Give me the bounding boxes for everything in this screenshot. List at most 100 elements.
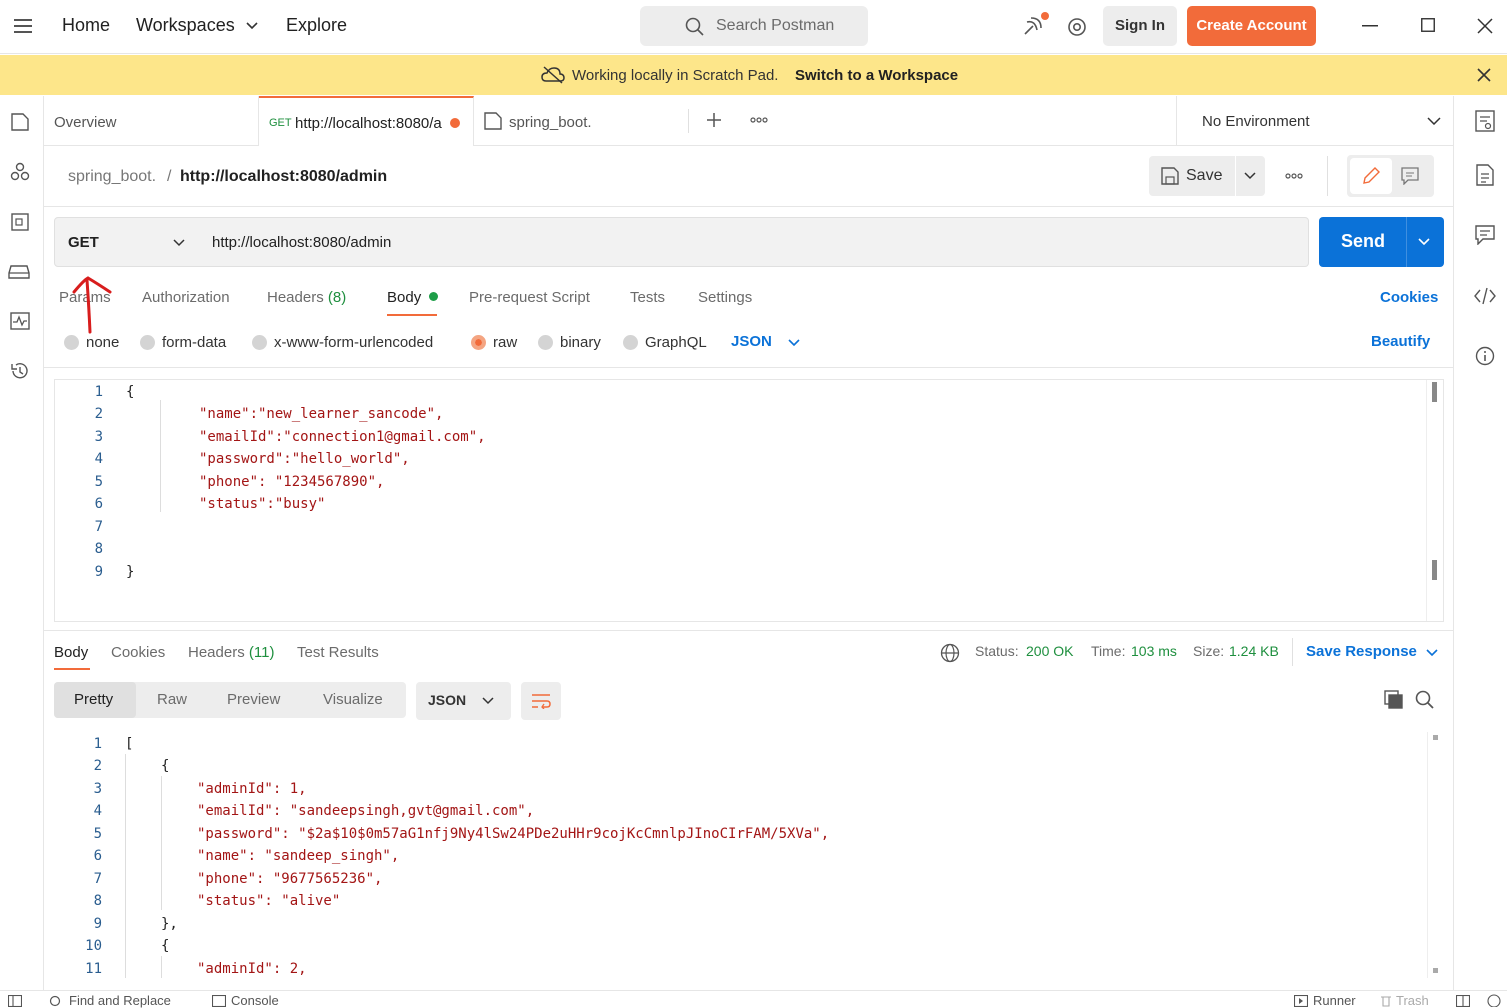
mock-servers-icon[interactable]	[8, 264, 30, 280]
chevron-down-icon	[1427, 117, 1441, 125]
history-icon[interactable]	[9, 361, 31, 381]
code-line: [	[125, 736, 134, 752]
tab-pre-request-script[interactable]: Pre-request Script	[469, 289, 590, 306]
gear-icon[interactable]	[1066, 16, 1088, 38]
breadcrumb-collection[interactable]: spring_boot.	[68, 168, 156, 186]
scrollbar-up[interactable]	[1433, 735, 1438, 740]
nav-explore[interactable]: Explore	[286, 15, 347, 36]
save-response-button[interactable]: Save Response	[1306, 643, 1417, 660]
sign-in-button[interactable]: Sign In	[1103, 6, 1177, 46]
cookies-link[interactable]: Cookies	[1380, 289, 1438, 306]
more-options-icon[interactable]	[1285, 173, 1303, 179]
add-tab-icon[interactable]	[706, 112, 722, 128]
size-value[interactable]: 1.24 KB	[1229, 643, 1279, 659]
response-tab-test-results[interactable]: Test Results	[297, 644, 379, 661]
response-tab-headers[interactable]: Headers (11)	[188, 644, 274, 661]
find-icon	[49, 995, 63, 1007]
response-tab-cookies[interactable]: Cookies	[111, 644, 165, 661]
response-tab-headers-label: Headers	[188, 644, 245, 661]
send-options-icon[interactable]	[1418, 238, 1430, 246]
edit-mode-button[interactable]	[1350, 158, 1392, 194]
two-pane-icon[interactable]	[1456, 995, 1470, 1007]
minimize-icon[interactable]	[1362, 25, 1378, 27]
beautify-button[interactable]: Beautify	[1371, 333, 1430, 350]
close-icon[interactable]	[1477, 18, 1493, 34]
create-account-button[interactable]: Create Account	[1187, 6, 1316, 46]
collections-icon[interactable]	[10, 112, 30, 132]
nav-workspaces[interactable]: Workspaces	[136, 15, 235, 36]
view-mode-pretty-label: Pretty	[74, 691, 114, 708]
more-tabs-icon[interactable]	[750, 117, 768, 123]
environments-icon[interactable]	[10, 212, 30, 232]
body-format-select[interactable]: JSON	[731, 333, 772, 350]
line-number: 6	[94, 496, 103, 512]
documentation-icon[interactable]	[1476, 164, 1494, 186]
url-input[interactable]: http://localhost:8080/admin	[198, 217, 1309, 267]
scrollbar-thumb[interactable]	[1432, 382, 1437, 402]
send-label: Send	[1341, 231, 1386, 251]
line-number: 11	[85, 961, 102, 977]
response-format-select[interactable]: JSON	[416, 682, 511, 720]
tab-headers[interactable]: Headers (8)	[267, 289, 346, 306]
tab-body[interactable]: Body	[387, 289, 421, 306]
view-mode-raw[interactable]: Raw	[157, 691, 187, 708]
scrollbar-track	[1427, 732, 1428, 978]
tab-tests[interactable]: Tests	[630, 289, 665, 306]
maximize-icon[interactable]	[1421, 18, 1435, 32]
environment-label: No Environment	[1202, 113, 1310, 130]
line-number: 4	[93, 803, 102, 819]
line-number: 8	[93, 893, 102, 909]
status-bar: Find and Replace Console Runner Trash	[0, 990, 1507, 1008]
save-button[interactable]: Save	[1149, 156, 1235, 196]
apis-icon[interactable]	[10, 162, 30, 182]
save-options-button[interactable]	[1236, 156, 1265, 196]
code-line: "password":"hello_world",	[199, 451, 410, 467]
chevron-down-icon	[482, 697, 494, 705]
time-value[interactable]: 103 ms	[1131, 643, 1177, 659]
request-body-editor[interactable]: 1 2 3 4 5 6 7 8 9 { "name":"new_learner_…	[54, 379, 1444, 622]
tab-overview[interactable]: Overview	[44, 96, 259, 146]
size-label: Size:	[1193, 643, 1225, 659]
view-mode-pretty[interactable]: Pretty	[54, 682, 136, 718]
response-body-viewer[interactable]: 1 2 3 4 5 6 7 8 9 10 11 [ { "adminId": 1…	[54, 732, 1444, 978]
nav-home[interactable]: Home	[62, 15, 110, 36]
radio-urlencoded-label: x-www-form-urlencoded	[274, 334, 434, 351]
method-select[interactable]: GET	[54, 217, 199, 267]
comments-icon[interactable]	[1475, 225, 1495, 245]
comment-mode-icon[interactable]	[1401, 167, 1419, 185]
wrap-lines-button[interactable]	[521, 682, 561, 720]
scrollbar-thumb-bottom[interactable]	[1432, 560, 1437, 580]
view-mode-preview[interactable]: Preview	[227, 691, 280, 708]
sidebar-toggle-icon[interactable]	[8, 995, 22, 1007]
view-toggle	[1347, 155, 1434, 197]
copy-icon[interactable]	[1384, 690, 1404, 710]
radio-none-label: none	[86, 334, 120, 351]
code-icon[interactable]	[1474, 287, 1496, 305]
info-icon[interactable]	[1475, 346, 1495, 366]
monitors-icon[interactable]	[10, 312, 30, 330]
view-mode-visualize[interactable]: Visualize	[323, 691, 383, 708]
search-placeholder: Search Postman	[716, 17, 835, 34]
indent-guide	[161, 776, 162, 910]
tab-spring-boot[interactable]: spring_boot.	[474, 96, 689, 146]
code-line: {	[161, 938, 170, 954]
tab-settings[interactable]: Settings	[698, 289, 752, 306]
tab-authorization[interactable]: Authorization	[142, 289, 230, 306]
response-format-label: JSON	[428, 692, 467, 708]
search-input[interactable]: Search Postman	[640, 6, 868, 46]
help-icon[interactable]	[1487, 994, 1501, 1007]
environment-selector[interactable]: No Environment	[1176, 96, 1453, 146]
scrollbar-down[interactable]	[1433, 968, 1438, 973]
globe-icon[interactable]	[940, 643, 960, 663]
satellite-icon[interactable]	[1021, 12, 1051, 38]
tab-active-request[interactable]: GET http://localhost:8080/a	[259, 96, 474, 146]
chevron-down-icon	[246, 22, 258, 30]
response-tab-body[interactable]: Body	[54, 644, 88, 661]
send-button[interactable]: Send	[1319, 217, 1444, 267]
status-value[interactable]: 200 OK	[1026, 643, 1073, 659]
switch-workspace-link[interactable]: Switch to a Workspace	[795, 67, 958, 84]
environment-quick-look-icon[interactable]	[1475, 110, 1495, 132]
response-search-icon[interactable]	[1415, 690, 1435, 710]
menu-icon[interactable]	[14, 19, 32, 33]
banner-close-icon[interactable]	[1477, 68, 1491, 82]
